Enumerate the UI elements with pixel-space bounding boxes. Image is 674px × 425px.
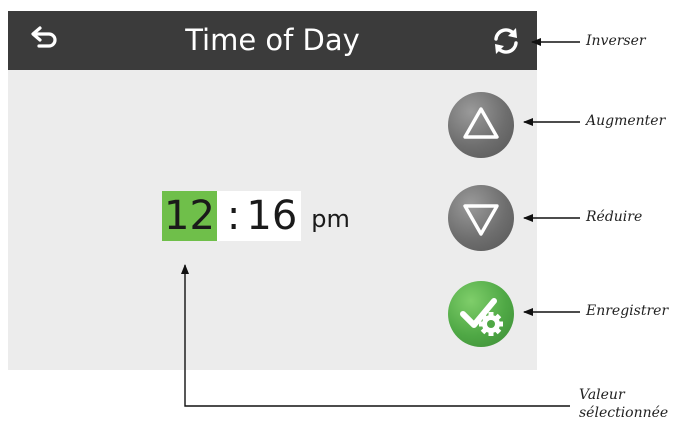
annotation-save: Enregistrer — [586, 303, 669, 319]
annotation-invert: Inverser — [586, 33, 646, 49]
annotation-decrease: Réduire — [586, 209, 643, 225]
annotation-selected-value-line1: Valeur — [579, 387, 625, 403]
annotation-selected-value-line2: sélectionnée — [579, 405, 669, 421]
annotation-lines — [181, 38, 580, 407]
annotation-increase: Augmenter — [586, 113, 666, 129]
